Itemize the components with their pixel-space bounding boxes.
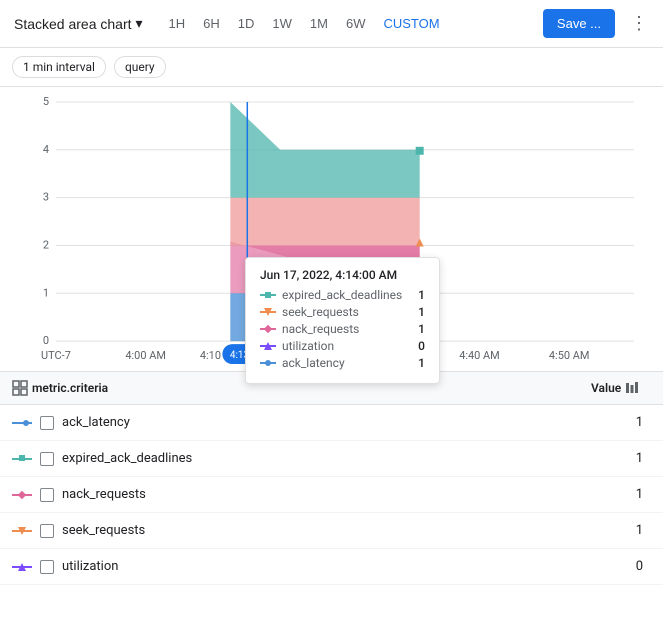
tooltip-icon-util	[260, 341, 276, 351]
expired-icon	[12, 452, 32, 466]
more-options-button[interactable]: ⋮	[623, 8, 655, 40]
seek-value: 1	[591, 523, 651, 538]
tooltip-title: Jun 17, 2022, 4:14:00 AM	[260, 268, 425, 282]
nack-checkbox[interactable]	[40, 488, 54, 502]
metric-criteria-header: metric.criteria	[12, 380, 242, 396]
time-btn-1m[interactable]: 1M	[302, 10, 336, 37]
svg-text:0: 0	[43, 334, 49, 347]
metric-criteria-label: metric.criteria	[32, 381, 108, 395]
value-header: Value	[591, 381, 651, 395]
tooltip-row-nack: nack_requests 1	[260, 322, 425, 336]
util-value: 0	[591, 559, 651, 574]
table-row[interactable]: nack_requests 1	[0, 477, 663, 513]
tooltip-icon-nack	[260, 324, 276, 334]
tooltip-label-nack: nack_requests	[282, 322, 412, 336]
metric-cell-nack: nack_requests	[12, 487, 242, 502]
table-container: metric.criteria Value ack_latency 1	[0, 372, 663, 585]
table-row[interactable]: utilization 0	[0, 549, 663, 585]
table-row[interactable]: ack_latency 1	[0, 405, 663, 441]
expired-value: 1	[591, 451, 651, 466]
tooltip-row-ack: ack_latency 1	[260, 356, 425, 370]
time-btn-6w[interactable]: 6W	[338, 10, 374, 37]
svg-text:3: 3	[43, 191, 49, 204]
util-checkbox[interactable]	[40, 560, 54, 574]
expired-checkbox[interactable]	[40, 452, 54, 466]
tooltip: Jun 17, 2022, 4:14:00 AM expired_ack_dea…	[245, 257, 440, 384]
metric-cell-expired: expired_ack_deadlines	[12, 451, 242, 466]
nack-icon	[12, 488, 32, 502]
chart-title-label: Stacked area chart	[14, 16, 132, 32]
query-chip[interactable]: query	[114, 56, 166, 78]
filter-row: 1 min interval query	[0, 48, 663, 87]
ack-latency-checkbox[interactable]	[40, 416, 54, 430]
svg-text:4:40 AM: 4:40 AM	[459, 349, 500, 362]
tooltip-label-ack: ack_latency	[282, 356, 412, 370]
nack-value: 1	[591, 487, 651, 502]
svg-text:UTC-7: UTC-7	[41, 349, 71, 362]
table-row[interactable]: expired_ack_deadlines 1	[0, 441, 663, 477]
util-icon	[12, 560, 32, 574]
svg-text:5: 5	[43, 95, 49, 108]
ack-latency-icon	[12, 416, 32, 430]
time-btn-6h[interactable]: 6H	[195, 10, 228, 37]
save-button[interactable]: Save ...	[543, 9, 615, 38]
value-label: Value	[591, 381, 621, 395]
table-row[interactable]: seek_requests 1	[0, 513, 663, 549]
seek-name: seek_requests	[62, 523, 145, 538]
metric-cell-seek: seek_requests	[12, 523, 242, 538]
tooltip-row-seek: seek_requests 1	[260, 305, 425, 319]
header: Stacked area chart ▾ 1H 6H 1D 1W 1M 6W C…	[0, 0, 663, 48]
time-buttons: 1H 6H 1D 1W 1M 6W CUSTOM	[161, 10, 448, 37]
metric-cell-util: utilization	[12, 559, 242, 574]
time-btn-1w[interactable]: 1W	[264, 10, 300, 37]
tooltip-val-seek: 1	[418, 305, 425, 319]
more-icon: ⋮	[630, 13, 648, 34]
columns-icon	[625, 381, 639, 395]
tooltip-label-util: utilization	[282, 339, 412, 353]
tooltip-val-ack: 1	[418, 356, 425, 370]
util-name: utilization	[62, 559, 118, 574]
tooltip-icon-seek	[260, 307, 276, 317]
time-btn-custom[interactable]: CUSTOM	[375, 10, 447, 37]
svg-text:4: 4	[43, 143, 49, 156]
svg-text:4:00 AM: 4:00 AM	[125, 349, 166, 362]
tooltip-val-expired: 1	[418, 288, 425, 302]
tooltip-icon-ack	[260, 358, 276, 368]
interval-chip[interactable]: 1 min interval	[12, 56, 106, 78]
metric-cell-ack: ack_latency	[12, 415, 242, 430]
expired-name: expired_ack_deadlines	[62, 451, 192, 466]
nack-name: nack_requests	[62, 487, 146, 502]
ack-latency-value: 1	[591, 415, 651, 430]
tooltip-val-util: 0	[418, 339, 425, 353]
chart-container[interactable]: 5 4 3 2 1 0 UTC-7 4:00 AM 4:10 4:20 AM 4…	[0, 87, 663, 372]
time-btn-1h[interactable]: 1H	[161, 10, 194, 37]
tooltip-row-util: utilization 0	[260, 339, 425, 353]
svg-text:2: 2	[43, 238, 49, 251]
svg-text:4:10: 4:10	[200, 349, 221, 362]
ack-latency-name: ack_latency	[62, 415, 130, 430]
chart-title-dropdown[interactable]: Stacked area chart ▾	[8, 11, 149, 36]
tooltip-val-nack: 1	[418, 322, 425, 336]
tooltip-row-expired: expired_ack_deadlines 1	[260, 288, 425, 302]
tooltip-label-seek: seek_requests	[282, 305, 412, 319]
seek-checkbox[interactable]	[40, 524, 54, 538]
tooltip-label-expired: expired_ack_deadlines	[282, 288, 412, 302]
dropdown-icon: ▾	[136, 15, 143, 32]
metric-criteria-icon	[12, 380, 28, 396]
seek-icon	[12, 524, 32, 538]
time-btn-1d[interactable]: 1D	[230, 10, 263, 37]
svg-text:4:50 AM: 4:50 AM	[549, 349, 590, 362]
tooltip-icon-expired	[260, 290, 276, 300]
svg-text:1: 1	[43, 286, 49, 299]
